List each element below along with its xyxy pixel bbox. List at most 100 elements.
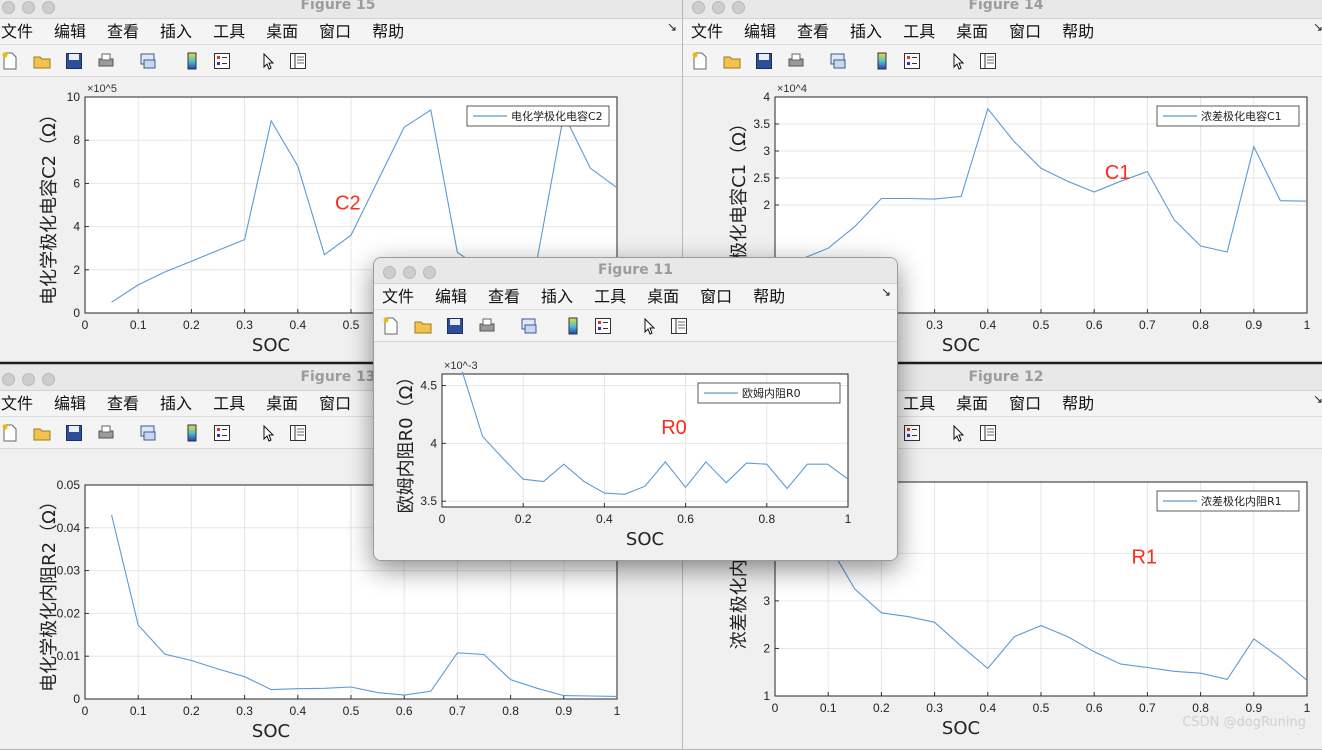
menu-item-4[interactable]: 工具 bbox=[213, 19, 245, 45]
x-tick-label: 0 bbox=[439, 512, 446, 526]
new-figure-icon[interactable] bbox=[691, 52, 709, 70]
x-axis-label: SOC bbox=[942, 335, 980, 356]
menu-item-2[interactable]: 查看 bbox=[488, 284, 520, 310]
property-inspector-icon[interactable] bbox=[289, 52, 307, 70]
new-figure-icon[interactable] bbox=[1, 52, 19, 70]
open-file-icon[interactable] bbox=[33, 424, 51, 442]
y-tick-label: 0.01 bbox=[57, 649, 81, 663]
x-tick-label: 0.1 bbox=[130, 704, 147, 718]
menu-item-1[interactable]: 编辑 bbox=[435, 284, 467, 310]
menu-item-7[interactable]: 帮助 bbox=[1062, 19, 1094, 45]
legend-icon[interactable] bbox=[903, 52, 921, 70]
y-tick-label: 3 bbox=[763, 144, 770, 158]
x-tick-label: 0.3 bbox=[926, 318, 943, 332]
link-plot-icon[interactable] bbox=[139, 424, 157, 442]
menu-item-3[interactable]: 插入 bbox=[160, 19, 192, 45]
open-file-icon[interactable] bbox=[33, 52, 51, 70]
menu-item-1[interactable]: 编辑 bbox=[54, 19, 86, 45]
pointer-icon[interactable] bbox=[259, 424, 277, 442]
property-inspector-icon[interactable] bbox=[289, 424, 307, 442]
colorbar-icon[interactable] bbox=[183, 424, 201, 442]
menu-item-0[interactable]: 文件 bbox=[1, 19, 33, 45]
y-tick-label: 0 bbox=[73, 306, 80, 320]
x-axis-label: SOC bbox=[252, 335, 290, 356]
y-tick-label: 1 bbox=[763, 689, 770, 703]
property-inspector-icon[interactable] bbox=[979, 52, 997, 70]
menu-item-1[interactable]: 编辑 bbox=[744, 19, 776, 45]
menu-item-4[interactable]: 工具 bbox=[903, 391, 935, 417]
menu-item-7[interactable]: 帮助 bbox=[753, 284, 785, 310]
legend-icon[interactable] bbox=[594, 317, 612, 335]
menu-item-2[interactable]: 查看 bbox=[797, 19, 829, 45]
print-icon[interactable] bbox=[478, 317, 496, 335]
title-bar[interactable]: Figure 11 bbox=[374, 258, 897, 284]
pointer-icon[interactable] bbox=[640, 317, 658, 335]
x-tick-label: 0.4 bbox=[979, 701, 996, 715]
new-figure-icon[interactable] bbox=[1, 424, 19, 442]
menu-item-7[interactable]: 帮助 bbox=[1062, 391, 1094, 417]
print-icon[interactable] bbox=[97, 424, 115, 442]
y-tick-label: 4.5 bbox=[420, 379, 437, 393]
pointer-icon[interactable] bbox=[949, 424, 967, 442]
link-plot-icon[interactable] bbox=[829, 52, 847, 70]
title-bar[interactable]: Figure 14 bbox=[683, 0, 1322, 19]
menu-item-2[interactable]: 查看 bbox=[107, 19, 139, 45]
menu-item-4[interactable]: 工具 bbox=[903, 19, 935, 45]
legend-icon[interactable] bbox=[903, 424, 921, 442]
save-icon[interactable] bbox=[65, 52, 83, 70]
y-axis-exponent: ×10^-3 bbox=[444, 360, 478, 372]
link-plot-icon[interactable] bbox=[139, 52, 157, 70]
menu-item-5[interactable]: 桌面 bbox=[647, 284, 679, 310]
colorbar-icon[interactable] bbox=[873, 52, 891, 70]
menu-item-3[interactable]: 插入 bbox=[850, 19, 882, 45]
menu-item-6[interactable]: 窗口 bbox=[700, 284, 732, 310]
menu-item-6[interactable]: 窗口 bbox=[319, 19, 351, 45]
menu-item-6[interactable]: 窗口 bbox=[319, 391, 351, 417]
link-plot-icon[interactable] bbox=[520, 317, 538, 335]
y-tick-label: 3.5 bbox=[753, 117, 770, 131]
menu-item-6[interactable]: 窗口 bbox=[1009, 391, 1041, 417]
property-inspector-icon[interactable] bbox=[670, 317, 688, 335]
menu-item-3[interactable]: 插入 bbox=[160, 391, 192, 417]
colorbar-icon[interactable] bbox=[183, 52, 201, 70]
colorbar-icon[interactable] bbox=[564, 317, 582, 335]
menu-item-1[interactable]: 编辑 bbox=[54, 391, 86, 417]
menu-item-0[interactable]: 文件 bbox=[382, 284, 414, 310]
menu-item-2[interactable]: 查看 bbox=[107, 391, 139, 417]
menu-item-5[interactable]: 桌面 bbox=[266, 391, 298, 417]
new-figure-icon[interactable] bbox=[382, 317, 400, 335]
menu-item-5[interactable]: 桌面 bbox=[956, 19, 988, 45]
print-icon[interactable] bbox=[787, 52, 805, 70]
menu-item-6[interactable]: 窗口 bbox=[1009, 19, 1041, 45]
menu-item-0[interactable]: 文件 bbox=[1, 391, 33, 417]
menu-item-3[interactable]: 插入 bbox=[541, 284, 573, 310]
legend-icon[interactable] bbox=[213, 424, 231, 442]
menu-item-7[interactable]: 帮助 bbox=[372, 19, 404, 45]
save-icon[interactable] bbox=[755, 52, 773, 70]
open-file-icon[interactable] bbox=[414, 317, 432, 335]
menu-item-5[interactable]: 桌面 bbox=[266, 19, 298, 45]
x-tick-label: 1 bbox=[1304, 318, 1311, 332]
figure-toolbar bbox=[374, 310, 897, 342]
menu-item-0[interactable]: 文件 bbox=[691, 19, 723, 45]
pointer-icon[interactable] bbox=[949, 52, 967, 70]
menu-item-5[interactable]: 桌面 bbox=[956, 391, 988, 417]
pointer-icon[interactable] bbox=[259, 52, 277, 70]
dock-arrow-icon[interactable]: ↘ bbox=[1313, 20, 1322, 34]
legend-label: 电化学极化电容C2 bbox=[511, 109, 603, 123]
chart-r0: 0 0.2 0.4 0.6 0.8 1 3.5 4 4.5 ×10^-3 SOC 欧姆内阻R0（Ω） 欧… bbox=[396, 360, 852, 550]
x-tick-label: 0.8 bbox=[502, 704, 519, 718]
dock-arrow-icon[interactable]: ↘ bbox=[881, 285, 891, 299]
menu-item-4[interactable]: 工具 bbox=[594, 284, 626, 310]
title-bar[interactable]: Figure 15 bbox=[0, 0, 683, 19]
save-icon[interactable] bbox=[65, 424, 83, 442]
dock-arrow-icon[interactable]: ↘ bbox=[1313, 392, 1322, 406]
open-file-icon[interactable] bbox=[723, 52, 741, 70]
property-inspector-icon[interactable] bbox=[979, 424, 997, 442]
dock-arrow-icon[interactable]: ↘ bbox=[667, 20, 677, 34]
print-icon[interactable] bbox=[97, 52, 115, 70]
menu-item-4[interactable]: 工具 bbox=[213, 391, 245, 417]
window-title: Figure 15 bbox=[300, 0, 376, 13]
save-icon[interactable] bbox=[446, 317, 464, 335]
legend-icon[interactable] bbox=[213, 52, 231, 70]
